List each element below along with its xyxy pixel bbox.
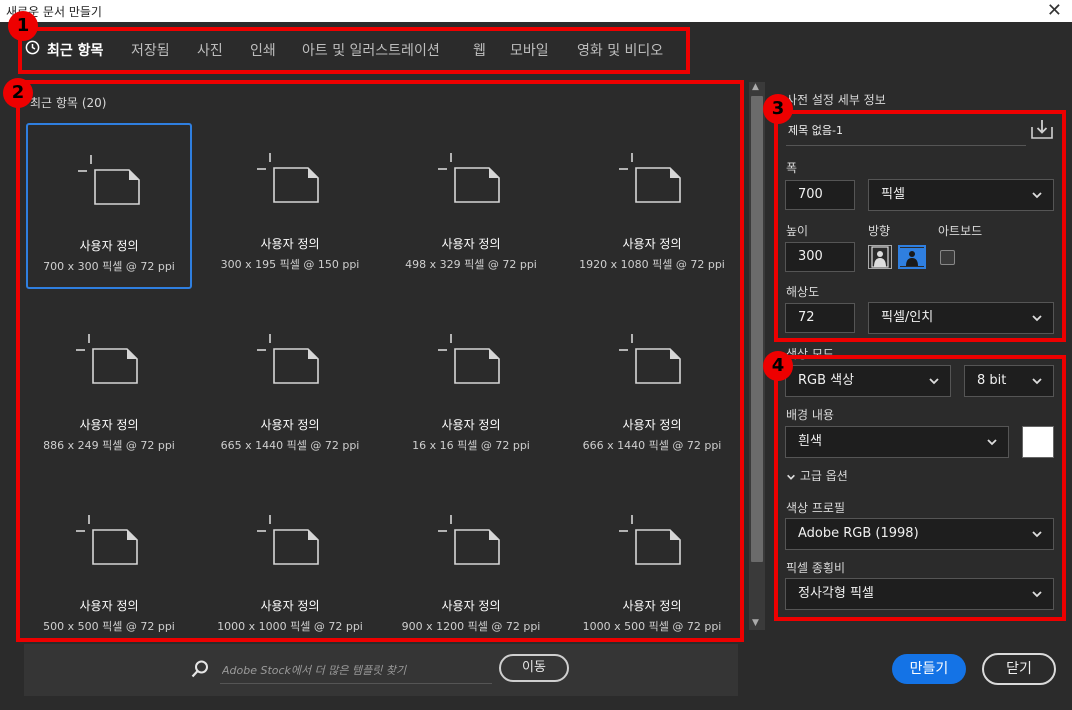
annotation-box-1 (18, 27, 690, 74)
stock-search-bar: 이동 (24, 644, 738, 696)
search-icon (191, 660, 208, 678)
preset-details-title: 사전 설정 세부 정보 (786, 93, 886, 107)
annotation-badge-2: 2 (3, 78, 33, 108)
create-button[interactable]: 만들기 (892, 654, 966, 684)
preset-scrollbar[interactable]: ▲ ▼ (749, 82, 765, 630)
annotation-box-2 (16, 80, 744, 642)
annotation-box-3 (774, 110, 1066, 342)
scroll-up-icon[interactable]: ▲ (752, 82, 759, 92)
title-bar: 새로운 문서 만들기 ✕ (0, 0, 1072, 22)
close-icon[interactable]: ✕ (1047, 0, 1062, 22)
annotation-badge-4: 4 (763, 351, 793, 381)
annotation-box-4 (774, 355, 1066, 621)
scrollbar-thumb[interactable] (751, 96, 763, 562)
annotation-badge-1: 1 (8, 11, 38, 41)
close-button[interactable]: 닫기 (982, 653, 1056, 685)
stock-search-input[interactable] (220, 657, 492, 684)
go-button[interactable]: 이동 (499, 654, 569, 682)
annotation-badge-3: 3 (763, 94, 793, 124)
scroll-down-icon[interactable]: ▼ (752, 618, 759, 628)
